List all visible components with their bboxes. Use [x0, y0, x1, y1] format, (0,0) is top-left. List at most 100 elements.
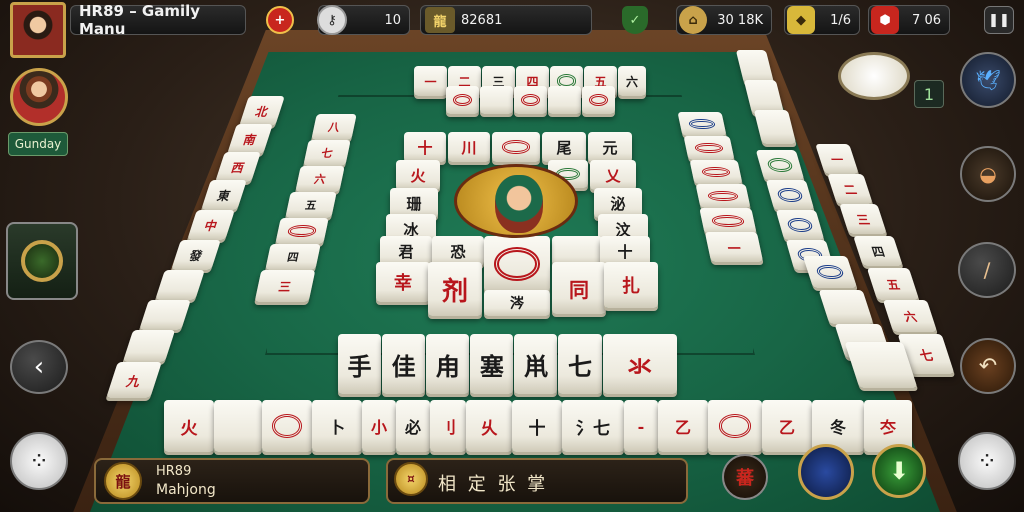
- special-skill-button[interactable]: [6, 222, 78, 300]
- center-tile: 川: [448, 132, 490, 162]
- center-tile: 十: [404, 132, 446, 162]
- bread-icon[interactable]: ◒: [960, 146, 1016, 202]
- bottom-row-tile[interactable]: [262, 400, 312, 452]
- player-hand: 手佳甪塞鼡七氺: [338, 334, 678, 396]
- center-tile: 乂: [590, 160, 636, 190]
- center-tile: [492, 132, 540, 162]
- player-medal-icon: 龍: [104, 462, 142, 500]
- discard-tile: [689, 160, 743, 184]
- discard-tile: [677, 112, 727, 136]
- center-tile: 火: [396, 160, 440, 190]
- wall-tile: [446, 86, 479, 114]
- score-value: 82681: [461, 12, 503, 28]
- bottom-row-tile[interactable]: 乙: [658, 400, 708, 452]
- currency-c-pill: ⬢ 7 06: [868, 5, 950, 35]
- blue-bird-icon[interactable]: 🕊: [960, 52, 1016, 108]
- wall-tile: [480, 86, 513, 114]
- bottom-row-tile[interactable]: 刂: [430, 400, 466, 452]
- side-tile: [755, 150, 805, 180]
- dice-dish: [838, 52, 910, 100]
- player-avatar[interactable]: [10, 2, 66, 58]
- wall-tile: [582, 86, 615, 114]
- hand-tile[interactable]: 手: [338, 334, 382, 394]
- discard-tile: [683, 136, 735, 160]
- discard-tile: 八: [311, 114, 357, 140]
- discard-tile: [699, 208, 757, 234]
- bottom-row-tile[interactable]: 氵七: [562, 400, 624, 452]
- wall-tile: [548, 86, 581, 114]
- player-id: HR89: [156, 464, 192, 479]
- hand-tile[interactable]: 佳: [382, 334, 426, 394]
- score-pill: 龍 82681: [420, 5, 592, 35]
- center-tile: 幸: [376, 262, 430, 302]
- dice-button-right[interactable]: ⁘: [958, 432, 1016, 490]
- plus-icon[interactable]: +: [266, 6, 294, 34]
- undo-icon[interactable]: ↶: [960, 338, 1016, 394]
- dice-button[interactable]: ⁘: [10, 432, 68, 490]
- discard-tile: 四: [265, 244, 321, 270]
- wall-tile: 六: [618, 66, 646, 96]
- house-icon: ⌂: [679, 6, 707, 34]
- game-title: HR89 – Gamily Manu: [70, 2, 246, 38]
- currency-a-pill: ⌂ 30 18K: [676, 5, 772, 35]
- wall-tile: 一: [414, 66, 447, 96]
- hand-tile[interactable]: 氺: [602, 334, 677, 394]
- side-tile: [765, 180, 815, 210]
- bottom-row-tile[interactable]: 必: [396, 400, 430, 452]
- action-tiles-text: 相 定 张 掌: [438, 474, 549, 495]
- center-tile: 涔: [484, 290, 550, 316]
- pause-icon[interactable]: ❚❚: [984, 6, 1014, 34]
- back-arrow-icon[interactable]: ‹: [10, 340, 68, 394]
- top-bar: HR89 – Gamily Manu + ⚷ 10 龍 82681 ✓ ⌂ 30…: [0, 0, 1024, 58]
- side-tile: 五: [866, 268, 920, 300]
- pipe-icon[interactable]: ∕: [958, 242, 1016, 298]
- currency-a-value: 30 18K: [717, 12, 763, 28]
- bottom-row-tile[interactable]: 火: [164, 400, 214, 452]
- level-value: 10: [384, 12, 401, 28]
- discard-tile: [275, 218, 329, 244]
- bottom-row-tile[interactable]: 乙: [762, 400, 812, 452]
- bottom-row-tile[interactable]: [214, 400, 262, 452]
- side-tile: 一: [815, 144, 859, 174]
- hand-tile[interactable]: 鼡: [514, 334, 558, 394]
- player-info-panel: 龍 HR89 Mahjong: [94, 458, 370, 504]
- green-arrow-icon[interactable]: ⬇: [872, 444, 926, 498]
- dragon-icon: 龍: [425, 7, 455, 33]
- bottom-row-tile[interactable]: -: [624, 400, 658, 452]
- bottom-row-tile[interactable]: [708, 400, 762, 452]
- level-pill: ⚷ 10: [317, 5, 410, 35]
- red-seal-button[interactable]: 蕃: [722, 454, 768, 500]
- discard-tile: 六: [295, 166, 345, 192]
- side-tile: 二: [827, 174, 873, 204]
- bottom-row-tile[interactable]: 小: [362, 400, 396, 452]
- center-tile: 元: [588, 132, 632, 162]
- side-tile: 六: [882, 300, 938, 332]
- currency-b-pill: ◆ 1/6: [784, 5, 860, 35]
- currency-b-value: 1/6: [830, 12, 851, 28]
- center-tile: 尾: [542, 132, 586, 162]
- key-icon: ⚷: [317, 5, 347, 35]
- gem-icon: ◆: [787, 6, 815, 34]
- bottom-row-tile[interactable]: 卜: [312, 400, 362, 452]
- center-tile: 扎: [604, 262, 658, 308]
- discard-tile: 一: [704, 232, 764, 262]
- shield-icon: ✓: [622, 6, 648, 34]
- center-emblem: [454, 164, 578, 238]
- gold-coin-icon: ¤: [394, 462, 428, 496]
- opponent-avatar[interactable]: [10, 68, 68, 126]
- wall-tile: [514, 86, 547, 114]
- hand-tile[interactable]: 塞: [470, 334, 514, 394]
- player-name-tag: Gunday: [8, 132, 68, 156]
- side-tile: 三: [839, 204, 887, 234]
- game-stage: 一 二 三 四 五 六 北 南 西 東 中 發 九 八 七 六 五 四 三 十 …: [0, 0, 1024, 512]
- currency-c-value: 7 06: [912, 12, 941, 28]
- player-game: Mahjong: [156, 482, 216, 498]
- discard-tile: 三: [254, 270, 316, 302]
- hand-tile[interactable]: 七: [558, 334, 602, 394]
- blue-orb-icon[interactable]: [798, 444, 854, 500]
- discard-tile: [695, 184, 751, 208]
- bottom-row-tile[interactable]: 乆: [466, 400, 512, 452]
- bottom-row-tile[interactable]: 十: [512, 400, 562, 452]
- hand-tile[interactable]: 甪: [426, 334, 470, 394]
- counter-badge: 1: [914, 80, 944, 108]
